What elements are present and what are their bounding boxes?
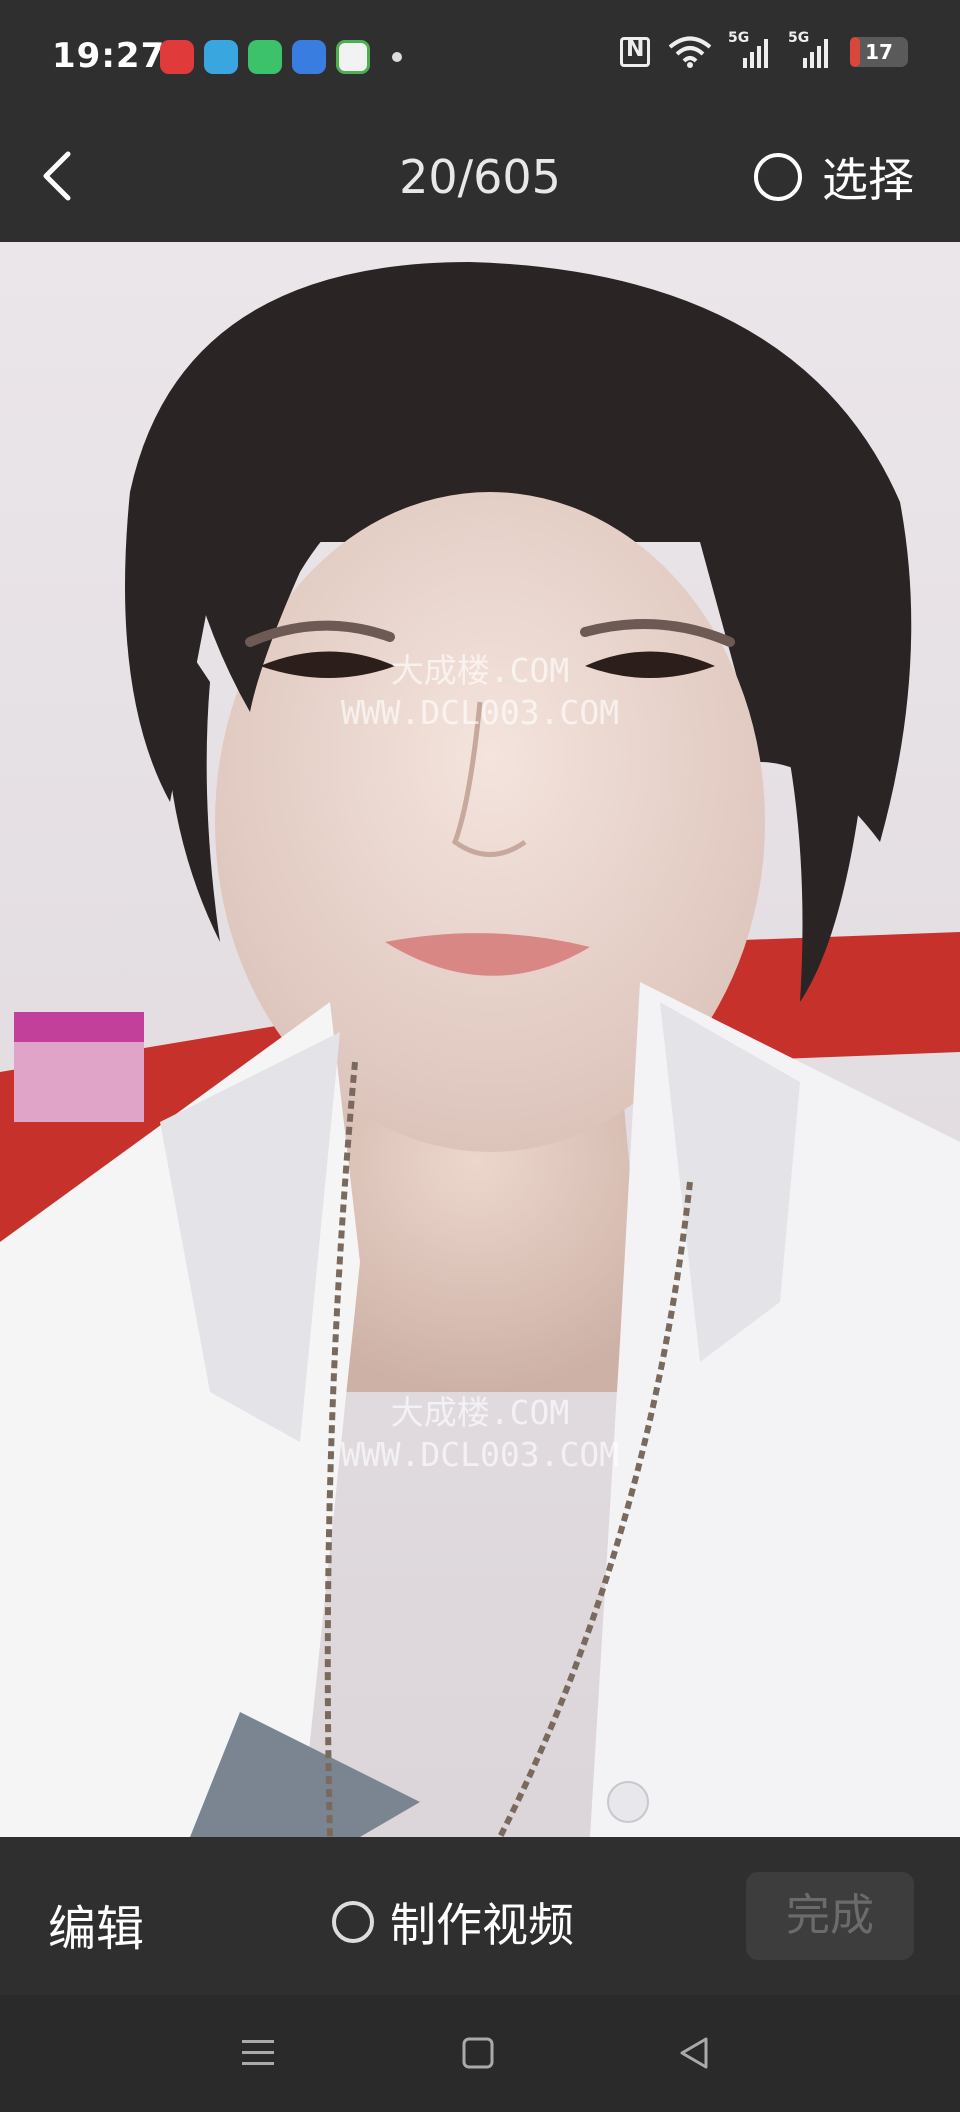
- status-time: 19:27: [52, 36, 166, 76]
- green-app-icon: [336, 40, 370, 74]
- photo-preview[interactable]: 大成楼.COM WWW.DCL003.COM 大成楼.COM WWW.DCL00…: [0, 242, 960, 1837]
- watermark-lower: 大成楼.COM WWW.DCL003.COM: [280, 1392, 680, 1476]
- select-label: 选择: [822, 153, 914, 207]
- home-button[interactable]: [458, 2033, 498, 2077]
- make-video-label: 制作视频: [390, 1898, 574, 1952]
- news-app-icon: [160, 40, 194, 74]
- back-nav-button[interactable]: [674, 2033, 714, 2077]
- system-nav-bar: [0, 1995, 960, 2112]
- menu-icon: [242, 2040, 274, 2065]
- done-button[interactable]: 完成: [746, 1872, 914, 1960]
- make-video-toggle[interactable]: 制作视频: [332, 1889, 574, 1955]
- battery-percent: 17: [865, 40, 893, 64]
- status-bar: 19:27 5G 5G: [0, 0, 960, 110]
- back-triangle-icon: [680, 2037, 708, 2069]
- notification-app-icons: [160, 40, 402, 74]
- message-app-icon: [248, 40, 282, 74]
- more-notifications-dot-icon: [392, 52, 402, 62]
- wifi-icon: [668, 36, 712, 68]
- bottom-action-bar: 编辑 制作视频 完成: [0, 1837, 960, 1995]
- wallet-app-icon: [292, 40, 326, 74]
- home-icon: [462, 2037, 494, 2069]
- select-radio-icon[interactable]: [754, 153, 802, 201]
- select-toggle[interactable]: 选择: [754, 144, 914, 210]
- photo-image: [0, 242, 960, 1837]
- nfc-icon: [620, 37, 650, 67]
- signal-5g-icon-2: 5G: [788, 30, 832, 68]
- watermark-lower-line-1: 大成楼.COM: [390, 1393, 570, 1432]
- edit-button[interactable]: 编辑: [48, 1889, 144, 1959]
- watermark-lower-line-2: WWW.DCL003.COM: [340, 1435, 620, 1474]
- menu-button[interactable]: [238, 2033, 278, 2077]
- battery-icon: 17: [850, 37, 908, 67]
- signal-5g-icon-1: 5G: [728, 30, 772, 68]
- watermark-upper: 大成楼.COM WWW.DCL003.COM: [280, 650, 680, 734]
- system-status-icons: 5G 5G 17: [620, 30, 908, 68]
- viewer-header: 20/605 选择: [0, 110, 960, 242]
- telegram-app-icon: [204, 40, 238, 74]
- watermark-upper-line-2: WWW.DCL003.COM: [340, 693, 620, 732]
- watermark-upper-line-1: 大成楼.COM: [390, 651, 570, 690]
- make-video-radio-icon[interactable]: [332, 1901, 374, 1943]
